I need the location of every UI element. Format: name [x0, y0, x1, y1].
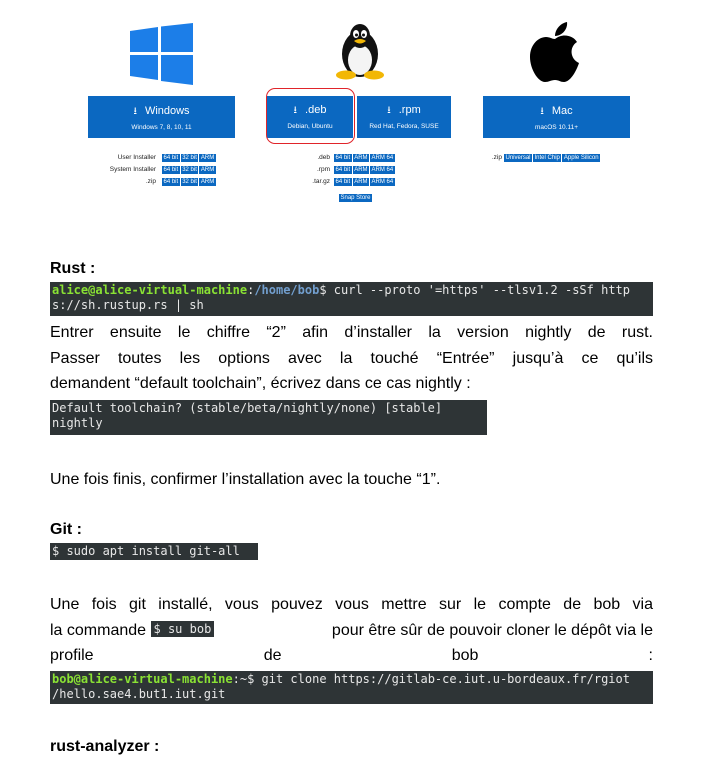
- git-para-line-3: profile de bob :: [50, 646, 653, 666]
- windows-row-user-installer: User Installer 64 bit 32 bit ARM: [90, 153, 216, 162]
- windows-logo-icon: [130, 23, 193, 85]
- linux-row-targz: .tar.gz 64 bit ARM ARM 64: [300, 177, 395, 186]
- git-install-command: $ sudo apt install git-all: [50, 543, 258, 560]
- mac-label: Mac: [551, 105, 573, 117]
- rust-analyzer-heading: rust-analyzer :: [50, 738, 160, 755]
- prompt-sep: :~: [232, 672, 248, 686]
- windows-label: Windows: [144, 105, 190, 117]
- rust-heading: Rust :: [50, 260, 96, 277]
- badge-32bit[interactable]: 32 bit: [180, 177, 199, 186]
- prompt-user: alice@alice-virtual-machine: [52, 283, 248, 297]
- text-la-commande: la commande: [50, 622, 147, 639]
- badge-arm64[interactable]: ARM 64: [370, 165, 395, 174]
- rust-para-line-1: Entrer ensuite le chiffre “2” afin d’ins…: [50, 324, 653, 341]
- git-install-text: $ sudo apt install git-all: [52, 544, 240, 558]
- row-label: .deb: [317, 154, 330, 161]
- badge-arm[interactable]: ARM: [199, 177, 216, 186]
- badge-arm64[interactable]: ARM 64: [370, 177, 395, 186]
- git-clone-command: $ git clone https://gitlab-ce.iut.u-bord…: [247, 672, 630, 686]
- row-label: .zip: [145, 178, 156, 185]
- download-arrow-icon: ⭳: [387, 105, 391, 116]
- badge-64bit[interactable]: 64 bit: [334, 177, 352, 186]
- row-label: .tar.gz: [312, 178, 330, 185]
- deb-highlight-circle: [266, 88, 355, 144]
- linux-row-rpm: .rpm 64 bit ARM ARM 64: [300, 165, 395, 174]
- badge-arm64[interactable]: ARM 64: [370, 153, 395, 162]
- rpm-label: .rpm: [398, 104, 421, 116]
- git-para-line-2: la commande $ su bob pour être sûr de po…: [50, 621, 653, 641]
- prompt-path: /home/bob: [254, 283, 320, 297]
- badge-64bit[interactable]: 64 bit: [162, 153, 180, 162]
- row-label: System Installer: [109, 166, 156, 173]
- windows-row-system-installer: System Installer 64 bit 32 bit ARM: [90, 165, 216, 174]
- git-heading: Git :: [50, 521, 82, 538]
- word-de: de: [263, 647, 282, 664]
- toolchain-prompt-block: Default toolchain? (stable/beta/nightly/…: [50, 400, 487, 435]
- rustup-command-block: alice@alice-virtual-machine:/home/bob$ c…: [50, 282, 653, 316]
- badge-32bit[interactable]: 32 bit: [180, 165, 199, 174]
- git-para-line-2-end: pour être sûr de pouvoir cloner le dépôt…: [331, 622, 653, 639]
- row-label: .zip: [491, 154, 502, 161]
- git-clone-command-cont: /hello.sae4.but1.iut.git: [52, 687, 226, 701]
- word-profile: profile: [50, 647, 94, 664]
- apple-logo-icon: [530, 22, 579, 82]
- git-para-line-2-start: la commande $ su bob: [50, 621, 215, 641]
- rust-para-line-3: demandent “default toolchain”, écrivez d…: [50, 375, 471, 392]
- rpm-distros: Red Hat, Fedora, SUSE: [369, 123, 439, 130]
- badge-universal[interactable]: Universal: [504, 153, 533, 162]
- badge-arm[interactable]: ARM: [352, 177, 370, 186]
- badge-arm[interactable]: ARM: [352, 165, 370, 174]
- download-arrow-icon: ⭳: [133, 106, 137, 117]
- linux-penguin-icon: [336, 24, 384, 80]
- mac-row-zip: .zip Universal Intel Chip Apple Silicon: [484, 153, 601, 162]
- git-clone-command-block: bob@alice-virtual-machine:~$ git clone h…: [50, 671, 653, 704]
- linux-row-deb: .deb 64 bit ARM ARM 64: [300, 153, 395, 162]
- snap-store-row: Snap Store: [339, 193, 373, 202]
- prompt-user: bob@alice-virtual-machine: [52, 672, 233, 686]
- snap-store-badge[interactable]: Snap Store: [339, 193, 373, 202]
- word-bob: bob: [451, 647, 479, 664]
- badge-arm[interactable]: ARM: [199, 165, 216, 174]
- toolchain-prompt: Default toolchain? (stable/beta/nightly/…: [52, 401, 443, 415]
- windows-versions: Windows 7, 8, 10, 11: [131, 124, 192, 131]
- badge-64bit[interactable]: 64 bit: [334, 153, 352, 162]
- mac-versions: macOS 10.11+: [534, 124, 579, 131]
- badge-64bit[interactable]: 64 bit: [162, 177, 180, 186]
- badge-arm[interactable]: ARM: [199, 153, 216, 162]
- rpm-download-button[interactable]: ⭳ .rpm Red Hat, Fedora, SUSE: [357, 96, 451, 138]
- windows-download-button[interactable]: ⭳ Windows Windows 7, 8, 10, 11: [88, 96, 235, 138]
- badge-64bit[interactable]: 64 bit: [162, 165, 180, 174]
- badge-apple-silicon[interactable]: Apple Silicon: [562, 153, 601, 162]
- mac-download-button[interactable]: ⭳ Mac macOS 10.11+: [483, 96, 630, 138]
- badge-arm[interactable]: ARM: [352, 153, 370, 162]
- row-label: .rpm: [317, 166, 330, 173]
- rust-para-line-2: Passer toutes les options avec la touché…: [50, 350, 653, 367]
- badge-64bit[interactable]: 64 bit: [334, 165, 352, 174]
- toolchain-answer: nightly: [52, 416, 103, 430]
- rustup-command: $ curl --proto '=https' --tlsv1.2 -sSf h…: [319, 283, 631, 297]
- windows-row-zip: .zip 64 bit 32 bit ARM: [90, 177, 216, 186]
- git-para-line-1: Une fois git installé, vous pouvez vous …: [50, 596, 653, 613]
- row-label: User Installer: [117, 154, 156, 161]
- badge-32bit[interactable]: 32 bit: [180, 153, 199, 162]
- download-arrow-icon: ⭳: [540, 106, 544, 117]
- rust-confirm-text: Une fois finis, confirmer l’installation…: [50, 471, 441, 488]
- su-bob-inline-command: $ su bob: [150, 621, 215, 637]
- word-colon: :: [648, 647, 653, 664]
- rustup-command-cont: s://sh.rustup.rs | sh: [52, 298, 204, 312]
- badge-intel-chip[interactable]: Intel Chip: [533, 153, 562, 162]
